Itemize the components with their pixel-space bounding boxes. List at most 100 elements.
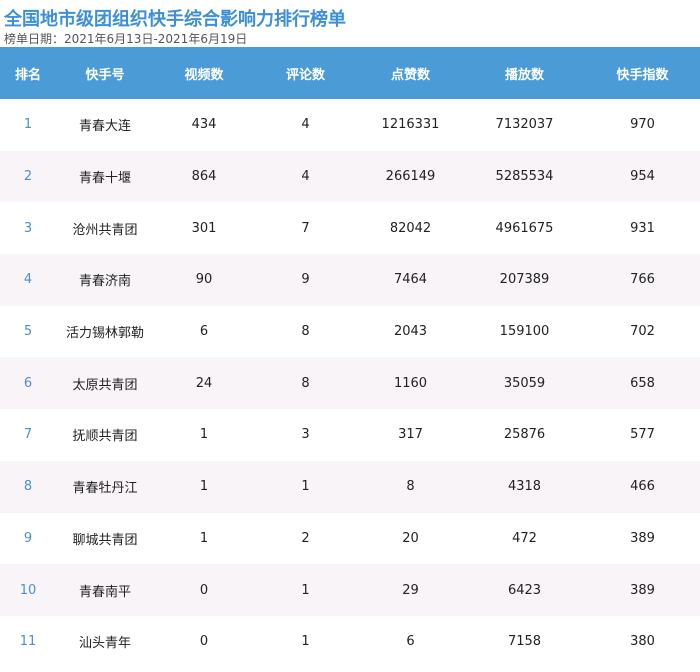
ranking-table: 排名 快手号 视频数 评论数 点赞数 播放数 快手指数 1 青春大连 434 4 121… (0, 47, 700, 668)
comments-cell: 1 (254, 564, 357, 616)
table-row: 9 聊城共青团 1 2 20 472 389 (0, 513, 700, 565)
plays-cell: 35059 (464, 357, 585, 410)
table-row: 7 抚顺共青团 1 3 317 25876 577 (0, 409, 700, 461)
plays-cell: 159100 (499, 324, 550, 340)
videos-cell: 90 (154, 254, 254, 306)
likes-cell: 20 (402, 530, 419, 546)
videos-cell: 24 (154, 357, 254, 410)
likes-cell: 266149 (357, 150, 464, 203)
kuaishou-index-cell: 702 (630, 324, 655, 340)
rank-cell: 4 (0, 254, 56, 306)
likes-cell: 29 (357, 564, 464, 616)
kuaishou-index-cell: 389 (630, 530, 655, 546)
kuaishou-index-cell: 389 (585, 564, 700, 616)
table-row: 2 青春十堰 864 4 266149 5285534 954 (0, 150, 700, 203)
videos-cell: 0 (199, 634, 209, 650)
column-header-rank: 排名 (0, 47, 56, 99)
account-cell: 青春十堰 (56, 150, 154, 203)
plays-cell: 4318 (464, 460, 585, 513)
rank-cell: 11 (19, 634, 37, 650)
table-row: 4 青春济南 90 9 7464 207389 766 (0, 254, 700, 306)
rank-cell: 5 (23, 324, 33, 340)
table-row: 10 青春南平 0 1 29 6423 389 (0, 564, 700, 616)
videos-cell: 864 (154, 150, 254, 203)
comments-cell: 3 (301, 427, 310, 443)
account-cell: 活力锡林郭勒 (65, 326, 144, 342)
table-body: 1 青春大连 434 4 1216331 7132037 970 2 青春十堰 864 4 26614… (0, 99, 700, 668)
table-row: 6 太原共青团 24 8 1160 35059 658 (0, 357, 700, 410)
kuaishou-index-cell: 380 (630, 634, 655, 650)
account-cell: 青春牡丹江 (56, 460, 154, 513)
plays-cell: 7132037 (495, 117, 554, 133)
rank-cell: 3 (23, 220, 33, 236)
column-header-likes: 点赞数 (357, 47, 464, 99)
videos-cell: 301 (191, 220, 217, 236)
likes-cell: 1216331 (381, 117, 440, 133)
column-header-comments: 评论数 (254, 47, 357, 99)
account-cell: 沧州共青团 (72, 222, 138, 238)
videos-cell: 1 (154, 460, 254, 513)
kuaishou-index-cell: 658 (585, 357, 700, 410)
comments-cell: 7 (301, 220, 310, 236)
rank-cell: 8 (0, 460, 56, 513)
account-cell: 青春南平 (56, 564, 154, 616)
comments-cell: 9 (254, 254, 357, 306)
account-cell: 青春济南 (56, 254, 154, 306)
plays-cell: 5285534 (464, 150, 585, 203)
table-header-row: 排名 快手号 视频数 评论数 点赞数 播放数 快手指数 (0, 47, 700, 99)
videos-cell: 434 (191, 117, 217, 133)
table-row: 1 青春大连 434 4 1216331 7132037 970 (0, 99, 700, 151)
comments-cell: 4 (301, 117, 310, 133)
likes-cell: 2043 (393, 324, 428, 340)
comments-cell: 1 (301, 634, 310, 650)
ranking-date: 榜单日期：2021年6月13日-2021年6月19日 (4, 32, 248, 46)
table-row: 3 沧州共青团 301 7 82042 4961675 931 (0, 202, 700, 254)
column-header-account: 快手号 (56, 47, 154, 99)
column-header-videos: 视频数 (154, 47, 254, 99)
kuaishou-index-cell: 970 (630, 117, 655, 133)
videos-cell: 6 (199, 324, 209, 340)
account-cell: 太原共青团 (56, 357, 154, 410)
kuaishou-index-cell: 766 (585, 254, 700, 306)
account-cell: 抚顺共青团 (72, 429, 138, 445)
rank-cell: 10 (0, 564, 56, 616)
likes-cell: 317 (398, 427, 423, 443)
likes-cell: 8 (357, 460, 464, 513)
likes-cell: 82042 (389, 220, 432, 236)
page-title: 全国地市级团组织快手综合影响力排行榜单 (4, 9, 346, 30)
comments-cell: 4 (254, 150, 357, 203)
plays-cell: 472 (512, 530, 537, 546)
videos-cell: 0 (154, 564, 254, 616)
table-row: 5 活力锡林郭勒 6 8 2043 159100 702 (0, 306, 700, 358)
rank-cell: 6 (0, 357, 56, 410)
kuaishou-index-cell: 466 (585, 460, 700, 513)
likes-cell: 6 (406, 634, 415, 650)
account-cell: 汕头青年 (78, 636, 131, 652)
plays-cell: 207389 (464, 254, 585, 306)
table-row: 8 青春牡丹江 1 1 8 4318 466 (0, 460, 700, 513)
comments-cell: 2 (301, 530, 310, 546)
videos-cell: 1 (199, 530, 209, 546)
rank-cell: 1 (23, 117, 33, 133)
column-header-index: 快手指数 (585, 47, 700, 99)
rank-cell: 2 (0, 150, 56, 203)
kuaishou-index-cell: 931 (630, 220, 655, 236)
comments-cell: 8 (254, 357, 357, 410)
likes-cell: 1160 (357, 357, 464, 410)
plays-cell: 7158 (507, 634, 542, 650)
likes-cell: 7464 (357, 254, 464, 306)
comments-cell: 8 (301, 324, 310, 340)
kuaishou-index-cell: 954 (585, 150, 700, 203)
rank-cell: 9 (23, 530, 33, 546)
plays-cell: 4961675 (495, 220, 554, 236)
plays-cell: 6423 (464, 564, 585, 616)
kuaishou-index-cell: 577 (630, 427, 655, 443)
table-row: 11 汕头青年 0 1 6 7158 380 (0, 616, 700, 668)
rank-cell: 7 (23, 427, 33, 443)
videos-cell: 1 (199, 427, 209, 443)
comments-cell: 1 (254, 460, 357, 513)
account-cell: 青春大连 (78, 119, 131, 135)
plays-cell: 25876 (503, 427, 546, 443)
account-cell: 聊城共青团 (72, 532, 138, 548)
column-header-plays: 播放数 (464, 47, 585, 99)
